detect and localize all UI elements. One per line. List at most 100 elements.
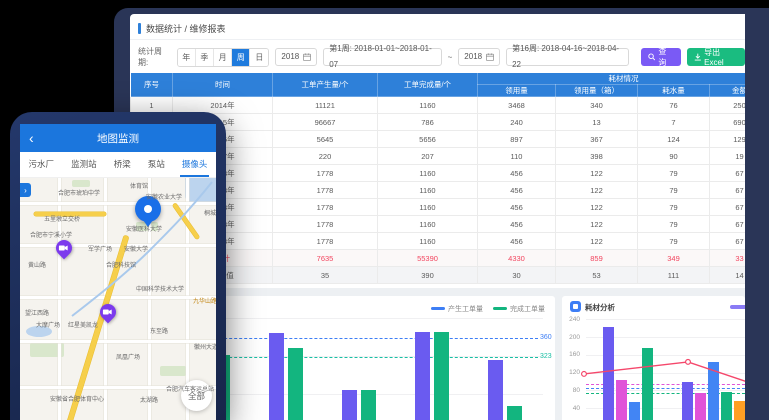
sub-column-header: 领用量（箱）	[556, 85, 638, 97]
bar-purple-1	[603, 327, 614, 420]
map-label: 军学广场	[88, 244, 112, 253]
bar-完成工单量-4	[434, 332, 449, 420]
bar-完成工单量-5	[507, 406, 522, 420]
period-option-周[interactable]: 周	[232, 49, 250, 66]
map-label: 望江西路	[25, 308, 49, 317]
y-axis-label: 80	[562, 387, 580, 394]
phone-mockup: ‹ 地图监测 污水厂监测站桥梁泵站摄像头	[10, 112, 226, 420]
map-label: 中国科学技术大学	[136, 284, 184, 293]
map-label: 安徽省合肥体育中心	[50, 394, 104, 403]
map-label: 合肥市琥珀中学	[58, 188, 100, 197]
bar-orange-2	[734, 401, 745, 420]
consumables-chart-legend[interactable]	[730, 305, 745, 309]
column-header: 工单完成量/个	[378, 73, 478, 97]
map-label: 凤凰广场	[116, 352, 140, 361]
bar-产生工单量-5	[488, 360, 503, 420]
chart-title-icon	[570, 301, 581, 312]
legend-swatch	[431, 307, 445, 310]
drawer-handle[interactable]: ›	[20, 183, 31, 197]
period-option-季[interactable]: 季	[196, 49, 214, 66]
end-week-range[interactable]: 第16周: 2018-04-16~2018-04-22	[506, 48, 629, 66]
filter-label: 统计周期:	[138, 46, 171, 68]
column-header: 序号	[131, 73, 173, 97]
bar-blue-1	[629, 402, 640, 420]
y-axis-label: 40	[562, 405, 580, 412]
bar-green-1	[642, 348, 653, 420]
map-label: 九华山路	[193, 296, 216, 305]
map-label: 合肥汽车客运总站	[166, 384, 214, 393]
period-option-月[interactable]: 月	[214, 49, 232, 66]
bar-产生工单量-4	[415, 332, 430, 420]
reference-line-label: 323	[540, 353, 552, 360]
map-label: 太湖路	[140, 395, 158, 404]
map-label: 徽州大道	[194, 342, 216, 351]
header-divider	[130, 39, 745, 40]
start-year-select[interactable]: 2018	[275, 48, 317, 66]
start-week-range[interactable]: 第1周: 2018-01-01~2018-01-07	[323, 48, 441, 66]
legend-item[interactable]: 产生工单量	[431, 304, 483, 314]
period-option-年[interactable]: 年	[178, 49, 196, 66]
sub-column-header: 金额	[710, 85, 746, 97]
gridline	[174, 318, 543, 319]
phone-tab-监测站[interactable]: 监测站	[69, 152, 99, 177]
bar-产生工单量-2	[269, 333, 284, 420]
group-header: 耗材情况	[478, 73, 746, 85]
export-excel-button[interactable]: 导出Excel	[687, 48, 745, 66]
period-option-日[interactable]: 日	[250, 49, 268, 66]
calendar-icon	[486, 53, 494, 61]
calendar-icon	[303, 53, 311, 61]
map-view[interactable]: › 全部 合肥市琥珀中学体育馆安徽农业大学五里墩立交桥桐城路合肥市宁溪小学安徽医…	[20, 178, 216, 420]
sub-column-header: 耗水量	[638, 85, 710, 97]
map-label: 红星美凯龙	[68, 320, 98, 329]
breadcrumb-accent-bar	[138, 23, 141, 34]
bar-purple-2	[682, 382, 693, 420]
work-order-chart-legend: 产生工单量完成工单量	[431, 304, 545, 314]
y-axis-label: 240	[562, 316, 580, 323]
map-label: 合肥科技馆	[106, 260, 136, 269]
y-axis-label: 200	[562, 334, 580, 341]
table-row: 12014年111211160346834076250	[131, 97, 746, 114]
phone-tab-泵站[interactable]: 泵站	[146, 152, 167, 177]
gridline	[586, 319, 745, 320]
map-label: 东至路	[150, 326, 168, 335]
bar-magenta-1	[616, 380, 627, 420]
map-label: 黄山路	[28, 260, 46, 269]
phone-tab-bar: 污水厂监测站桥梁泵站摄像头	[20, 152, 216, 178]
bar-完成工单量-2	[288, 348, 303, 420]
period-segmented-control: 年季月周日	[177, 48, 270, 67]
breadcrumb-text: 数据统计 / 维修报表	[146, 22, 226, 35]
query-button[interactable]: 查询	[641, 48, 681, 66]
phone-tab-桥梁[interactable]: 桥梁	[112, 152, 133, 177]
phone-app-header: ‹ 地图监测	[20, 124, 216, 152]
bar-green-2	[721, 392, 732, 420]
column-header: 时间	[173, 73, 273, 97]
breadcrumb: 数据统计 / 维修报表	[138, 21, 226, 35]
legend-swatch	[493, 307, 507, 310]
map-label: 安徽农业大学	[146, 192, 182, 201]
bar-产生工单量-3	[342, 390, 357, 420]
reference-line-label: 360	[540, 334, 552, 341]
y-axis-label: 120	[562, 369, 580, 376]
filter-bar: 统计周期: 年季月周日 2018 第1周: 2018-01-01~2018-01…	[138, 46, 745, 68]
end-year-select[interactable]: 2018	[458, 48, 500, 66]
map-label: 安徽大学	[124, 244, 148, 253]
map-label: 合肥市宁溪小学	[30, 230, 72, 239]
range-separator: ~	[448, 53, 453, 62]
y-axis-label: 160	[562, 351, 580, 358]
back-chevron-icon[interactable]: ‹	[29, 131, 34, 145]
search-icon	[648, 53, 656, 61]
column-header: 工单产生量/个	[273, 73, 378, 97]
legend-item[interactable]: 完成工单量	[493, 304, 545, 314]
map-label: 桐城路	[204, 208, 216, 217]
consumables-chart-title: 耗材分析	[585, 302, 615, 313]
download-icon	[694, 53, 702, 61]
phone-screen: ‹ 地图监测 污水厂监测站桥梁泵站摄像头	[20, 124, 216, 420]
bar-blue-2	[708, 362, 719, 420]
phone-tab-摄像头[interactable]: 摄像头	[180, 152, 210, 177]
phone-tab-污水厂[interactable]: 污水厂	[27, 152, 57, 177]
bar-完成工单量-3	[361, 390, 376, 420]
sub-column-header: 领用量	[478, 85, 556, 97]
map-label: 大摩广场	[36, 320, 60, 329]
phone-app-title: 地图监测	[97, 131, 139, 146]
map-label: 安徽医科大学	[126, 224, 162, 233]
